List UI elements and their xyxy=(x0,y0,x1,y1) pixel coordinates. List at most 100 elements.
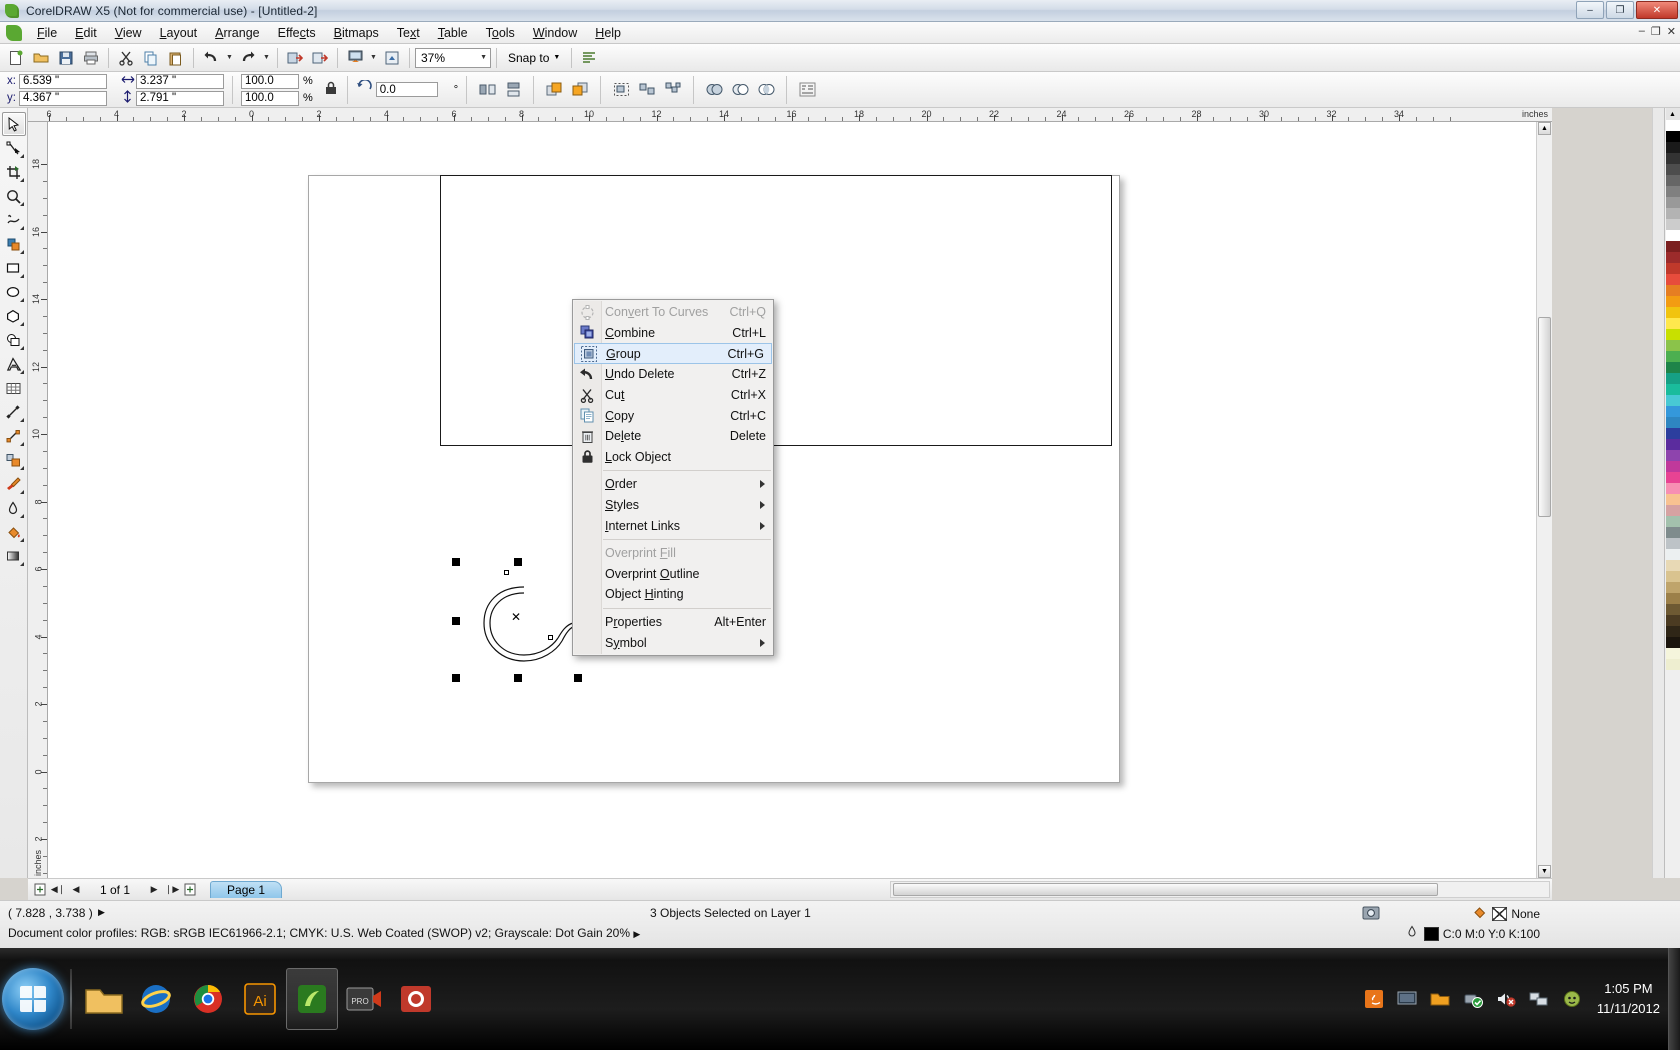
java-icon[interactable] xyxy=(1362,987,1386,1011)
context-menu-item-delete[interactable]: Delete Delete xyxy=(573,426,773,447)
menu-view[interactable]: View xyxy=(106,23,151,43)
menu-file[interactable]: File xyxy=(28,23,66,43)
open-icon[interactable] xyxy=(29,46,53,70)
palette-swatch[interactable] xyxy=(1665,472,1680,483)
flyout-arrow-icon[interactable] xyxy=(19,346,24,350)
folder-icon[interactable] xyxy=(1428,987,1452,1011)
context-menu-item-properties[interactable]: Properties Alt+Enter xyxy=(573,612,773,633)
application-launcher-icon[interactable] xyxy=(343,46,367,70)
palette-swatch[interactable] xyxy=(1665,604,1680,615)
taskbar-item-internet-explorer[interactable] xyxy=(130,968,182,1030)
new-document-icon[interactable] xyxy=(4,46,28,70)
flyout-arrow-icon[interactable] xyxy=(19,274,24,278)
palette-swatch[interactable] xyxy=(1665,153,1680,164)
horizontal-scroll-thumb[interactable] xyxy=(893,883,1438,896)
palette-swatch[interactable] xyxy=(1665,373,1680,384)
chevron-down-icon[interactable]: ▼ xyxy=(480,54,487,61)
taskbar-item-coreldraw[interactable] xyxy=(286,968,338,1030)
selection-handle-bl[interactable] xyxy=(452,674,460,682)
scale-horizontal-input[interactable]: 100.0 xyxy=(241,73,299,89)
add-page-after-icon[interactable] xyxy=(182,882,198,898)
messenger-icon[interactable] xyxy=(1560,987,1584,1011)
palette-swatch[interactable] xyxy=(1665,208,1680,219)
network-icon[interactable] xyxy=(1527,987,1551,1011)
palette-swatch[interactable] xyxy=(1665,659,1680,670)
context-menu-item-symbol[interactable]: Symbol xyxy=(573,632,773,653)
flyout-arrow-icon[interactable] xyxy=(19,250,24,254)
next-page-button[interactable]: ▶ xyxy=(146,882,162,898)
scroll-down-arrow-icon[interactable]: ▼ xyxy=(1538,865,1551,878)
flyout-arrow-icon[interactable] xyxy=(19,226,24,230)
palette-swatch[interactable] xyxy=(1665,615,1680,626)
context-menu[interactable]: Convert To Curves Ctrl+Q Combine Ctrl+L Grou… xyxy=(572,299,774,656)
palette-swatch[interactable] xyxy=(1665,428,1680,439)
context-menu-item-order[interactable]: Order xyxy=(573,474,773,495)
palette-swatch[interactable] xyxy=(1665,527,1680,538)
taskbar-item-windows-explorer[interactable] xyxy=(78,968,130,1030)
menu-text[interactable]: Text xyxy=(388,23,429,43)
last-page-button[interactable]: ❘▶ xyxy=(164,882,180,898)
palette-swatch[interactable] xyxy=(1665,175,1680,186)
flyout-arrow-icon[interactable] xyxy=(19,178,24,182)
context-menu-item-combine[interactable]: Combine Ctrl+L xyxy=(573,323,773,344)
outline-color-status[interactable]: C:0 M:0 Y:0 K:100 xyxy=(1404,925,1540,943)
export-icon[interactable] xyxy=(308,46,332,70)
palette-swatch[interactable] xyxy=(1665,186,1680,197)
selection-handle-tc[interactable] xyxy=(514,558,522,566)
palette-swatch[interactable] xyxy=(1665,296,1680,307)
mirror-horizontal-icon[interactable] xyxy=(475,78,499,102)
tool-polygon[interactable] xyxy=(2,304,26,328)
menu-edit[interactable]: Edit xyxy=(66,23,106,43)
color-palette[interactable]: ▲ xyxy=(1664,108,1680,878)
context-menu-item-internet-links[interactable]: Internet Links xyxy=(573,515,773,536)
outline-swatch[interactable] xyxy=(1423,927,1439,941)
palette-swatch[interactable] xyxy=(1665,340,1680,351)
context-menu-item-cut[interactable]: Cut Ctrl+X xyxy=(573,385,773,406)
tool-blend[interactable] xyxy=(2,448,26,472)
first-page-button[interactable]: ◀❘ xyxy=(50,882,66,898)
width-input[interactable]: 3.237 " xyxy=(136,73,224,89)
group-icon[interactable] xyxy=(609,78,633,102)
tray-expand-arrow-icon[interactable] xyxy=(1329,987,1353,1011)
start-button[interactable] xyxy=(2,968,64,1030)
drawing-canvas[interactable]: ✕ ▲ ▼ xyxy=(48,122,1552,878)
add-page-before-icon[interactable] xyxy=(32,882,48,898)
palette-swatch[interactable] xyxy=(1665,164,1680,175)
cut-icon[interactable] xyxy=(114,46,138,70)
doc-restore-button[interactable]: ❐ xyxy=(1651,25,1661,38)
flyout-arrow-icon[interactable] xyxy=(19,442,24,446)
palette-swatch[interactable] xyxy=(1665,637,1680,648)
palette-swatch[interactable] xyxy=(1665,219,1680,230)
menu-help[interactable]: Help xyxy=(586,23,630,43)
redo-icon[interactable] xyxy=(236,46,260,70)
options-icon[interactable] xyxy=(577,46,601,70)
selection-handle-tl[interactable] xyxy=(452,558,460,566)
menu-effects[interactable]: Effects xyxy=(269,23,325,43)
chevron-down-icon[interactable]: ▼ xyxy=(553,54,560,61)
horizontal-ruler[interactable]: inches 6 4 2 0 2 4 6 8 10 12 14 16 18 20 22 24 26 28 30 32 3… xyxy=(28,108,1552,122)
palette-swatch[interactable] xyxy=(1665,571,1680,582)
ungroup-all-icon[interactable] xyxy=(661,78,685,102)
palette-swatch[interactable] xyxy=(1665,329,1680,340)
selection-handle-bc[interactable] xyxy=(514,674,522,682)
tool-color-eyedropper[interactable] xyxy=(2,472,26,496)
canvas-horizontal-scrollbar[interactable] xyxy=(890,881,1550,898)
tool-freehand[interactable] xyxy=(2,208,26,232)
flyout-arrow-icon[interactable] xyxy=(19,322,24,326)
palette-swatch[interactable] xyxy=(1665,131,1680,142)
tool-text[interactable] xyxy=(2,352,26,376)
palette-swatch[interactable] xyxy=(1665,406,1680,417)
palette-swatch[interactable] xyxy=(1665,285,1680,296)
taskbar-item-adobe-illustrator[interactable]: Ai xyxy=(234,968,286,1030)
snap-to-dropdown[interactable]: Snap to ▼ xyxy=(502,51,566,65)
flyout-arrow-icon[interactable] xyxy=(19,298,24,302)
doc-minimize-button[interactable]: – xyxy=(1639,25,1645,38)
selection-handle-br[interactable] xyxy=(574,674,582,682)
context-menu-item-lock-object[interactable]: Lock Object xyxy=(573,447,773,468)
safely-remove-icon[interactable] xyxy=(1461,987,1485,1011)
doc-close-button[interactable]: ✕ xyxy=(1667,25,1676,38)
palette-swatch[interactable] xyxy=(1665,461,1680,472)
rectangle-object[interactable] xyxy=(440,175,1112,446)
launcher-dropdown-icon[interactable]: ▼ xyxy=(368,46,379,70)
to-back-icon[interactable] xyxy=(568,78,592,102)
